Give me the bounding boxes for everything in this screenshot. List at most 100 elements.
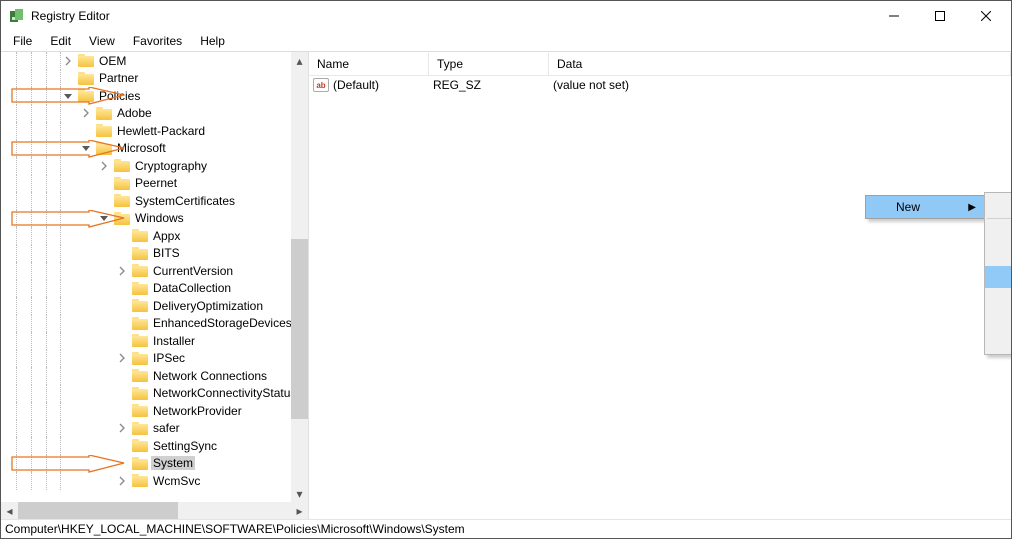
column-data[interactable]: Data [549, 53, 1011, 75]
tree-vertical-scrollbar[interactable]: ▴ ▾ [291, 52, 308, 502]
scroll-down-icon[interactable]: ▾ [291, 485, 308, 502]
tree-item[interactable]: CurrentVersion [1, 262, 308, 280]
maximize-button[interactable] [917, 1, 963, 31]
tree-item[interactable]: Hewlett-Packard [1, 122, 308, 140]
tree-item[interactable]: SystemCertificates [1, 192, 308, 210]
tree-item-label: NetworkConnectivityStatus [151, 386, 298, 400]
chevron-right-icon[interactable] [115, 474, 129, 488]
value-row[interactable]: ab (Default)REG_SZ(value not set) [309, 76, 1011, 94]
menubar: FileEditViewFavoritesHelp [1, 31, 1011, 51]
context-menu-item[interactable]: Key [985, 193, 1011, 215]
context-submenu-new[interactable]: Key String ValueBinary ValueDWORD (32-bit… [984, 192, 1011, 355]
scroll-left-icon[interactable]: ◂ [1, 502, 18, 519]
folder-icon [96, 124, 112, 137]
tree-item[interactable]: NetworkProvider [1, 402, 308, 420]
no-expander [115, 334, 129, 348]
context-menu-item[interactable]: Expandable String Value [985, 332, 1011, 354]
chevron-right-icon[interactable] [115, 421, 129, 435]
tree-item[interactable]: WcmSvc [1, 472, 308, 490]
no-expander [79, 124, 93, 138]
tree-item[interactable]: Installer [1, 332, 308, 350]
context-menu-item[interactable]: DWORD (32-bit) Value [985, 266, 1011, 288]
tree-item[interactable]: BITS [1, 245, 308, 263]
column-type[interactable]: Type [429, 53, 549, 75]
menu-file[interactable]: File [5, 32, 40, 50]
scroll-thumb[interactable] [291, 239, 308, 419]
chevron-right-icon[interactable] [61, 54, 75, 68]
tree-item[interactable]: safer [1, 420, 308, 438]
minimize-button[interactable] [871, 1, 917, 31]
context-menu-new[interactable]: New ▶ [866, 196, 984, 218]
values-header[interactable]: Name Type Data [309, 52, 1011, 76]
tree-pane[interactable]: OEMPartnerPoliciesAdobeHewlett-PackardMi… [1, 52, 309, 519]
context-menu[interactable]: New ▶ [865, 195, 985, 219]
tree-item-label: BITS [151, 246, 182, 260]
chevron-right-icon[interactable] [115, 351, 129, 365]
tree-item[interactable]: Network Connections [1, 367, 308, 385]
tree-item[interactable]: OEM [1, 52, 308, 70]
tree-item[interactable]: DeliveryOptimization [1, 297, 308, 315]
tree-horizontal-scrollbar[interactable]: ◂ ▸ [1, 502, 308, 519]
context-menu-item[interactable]: Binary Value [985, 244, 1011, 266]
folder-icon [132, 317, 148, 330]
folder-icon [132, 247, 148, 260]
tree-item-label: SettingSync [151, 439, 219, 453]
folder-icon [132, 439, 148, 452]
folder-icon [78, 72, 94, 85]
folder-icon [132, 299, 148, 312]
scroll-thumb[interactable] [18, 502, 178, 519]
tree-item-label: OEM [97, 54, 128, 68]
tree-item[interactable]: Partner [1, 70, 308, 88]
tree-item-label: Appx [151, 229, 182, 243]
context-menu-item[interactable]: QWORD (64-bit) Value [985, 288, 1011, 310]
chevron-right-icon[interactable] [97, 159, 111, 173]
tree-item-label: Installer [151, 334, 197, 348]
value-type: REG_SZ [433, 78, 553, 92]
context-menu-item[interactable]: String Value [985, 222, 1011, 244]
menu-help[interactable]: Help [192, 32, 233, 50]
chevron-right-icon[interactable] [115, 264, 129, 278]
folder-icon [132, 474, 148, 487]
tree-item[interactable]: Peernet [1, 175, 308, 193]
folder-icon [114, 159, 130, 172]
menu-separator [987, 218, 1011, 219]
tree-item[interactable]: Adobe [1, 105, 308, 123]
tree-item-label: DataCollection [151, 281, 233, 295]
no-expander [97, 194, 111, 208]
tree-item[interactable]: NetworkConnectivityStatus [1, 385, 308, 403]
values-pane[interactable]: Name Type Data ab (Default)REG_SZ(value n… [309, 52, 1011, 519]
scroll-up-icon[interactable]: ▴ [291, 52, 308, 69]
context-menu-label: New [896, 200, 920, 214]
tree-item-label: Peernet [133, 176, 179, 190]
folder-icon [132, 369, 148, 382]
scroll-right-icon[interactable]: ▸ [291, 502, 308, 519]
titlebar: Registry Editor [1, 1, 1011, 31]
folder-icon [132, 352, 148, 365]
folder-icon [132, 387, 148, 400]
tree-item[interactable]: EnhancedStorageDevices [1, 315, 308, 333]
folder-icon [132, 404, 148, 417]
value-name: (Default) [333, 78, 433, 92]
tree-item[interactable]: DataCollection [1, 280, 308, 298]
no-expander [97, 176, 111, 190]
folder-icon [78, 54, 94, 67]
menu-favorites[interactable]: Favorites [125, 32, 190, 50]
tree-item[interactable]: Appx [1, 227, 308, 245]
tree-item-label: Cryptography [133, 159, 209, 173]
tree-item-label: NetworkProvider [151, 404, 244, 418]
annotation-arrow-icon [11, 210, 126, 228]
context-menu-item[interactable]: Multi-String Value [985, 310, 1011, 332]
tree-item[interactable]: SettingSync [1, 437, 308, 455]
folder-icon [132, 282, 148, 295]
value-data: (value not set) [553, 78, 629, 92]
close-button[interactable] [963, 1, 1009, 31]
folder-icon [114, 177, 130, 190]
menu-view[interactable]: View [81, 32, 123, 50]
string-value-icon: ab [313, 78, 329, 92]
column-name[interactable]: Name [309, 53, 429, 75]
tree-item[interactable]: IPSec [1, 350, 308, 368]
statusbar: Computer\HKEY_LOCAL_MACHINE\SOFTWARE\Pol… [1, 519, 1011, 538]
tree-item[interactable]: Cryptography [1, 157, 308, 175]
menu-edit[interactable]: Edit [42, 32, 79, 50]
chevron-right-icon[interactable] [79, 106, 93, 120]
